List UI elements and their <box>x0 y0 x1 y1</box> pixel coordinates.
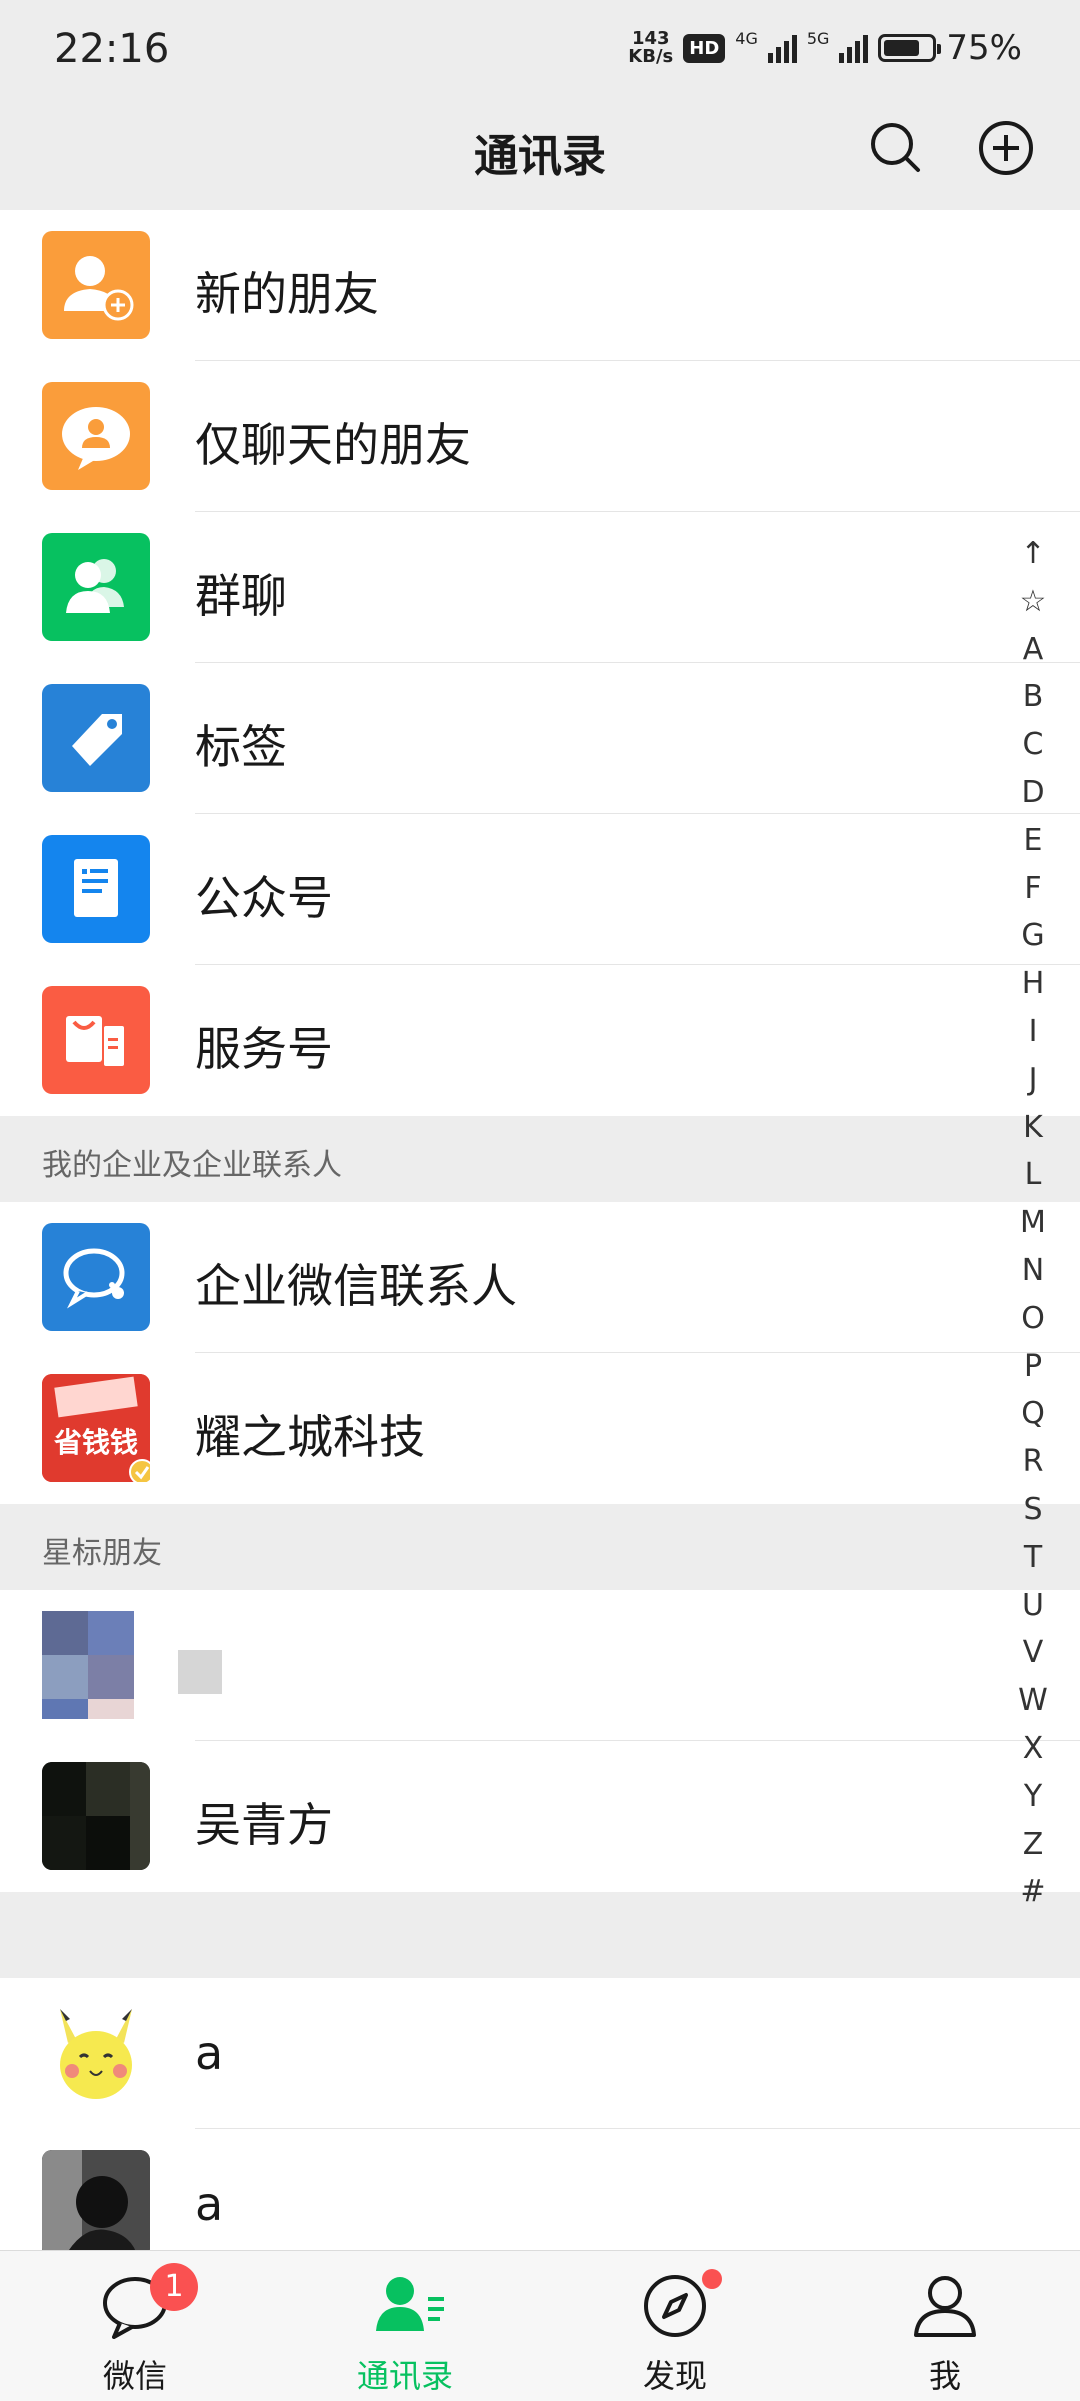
status-time: 22:16 <box>54 26 170 72</box>
enterprise-wechat-icon <box>42 1223 150 1331</box>
official-account-icon <box>42 835 150 943</box>
alphabet-index-letter[interactable]: ↑ <box>998 530 1068 578</box>
alphabet-index-letter[interactable]: F <box>998 865 1068 913</box>
pikachu-avatar <box>42 1999 150 2107</box>
alphabet-index-letter[interactable]: M <box>998 1199 1068 1247</box>
tab-label: 微信 <box>102 2357 167 2395</box>
person-icon <box>914 2276 976 2337</box>
signal-icon <box>767 33 797 63</box>
alphabet-index-letter[interactable]: Q <box>998 1390 1068 1438</box>
tag-icon <box>42 684 150 792</box>
alphabet-index-letter[interactable]: W <box>998 1677 1068 1725</box>
contact-row[interactable]: a <box>0 1978 1080 2129</box>
alphabet-index-letter[interactable]: N <box>998 1247 1068 1295</box>
tab-label: 我 <box>928 2357 961 2395</box>
battery-percent: 75% <box>946 28 1022 68</box>
alphabet-index-letter[interactable]: A <box>998 626 1068 674</box>
row-label: 吴青方 <box>195 1798 333 1852</box>
alphabet-index-letter[interactable]: I <box>998 1008 1068 1056</box>
row-label: 耀之城科技 <box>195 1410 425 1464</box>
alphabet-index-letter[interactable]: J <box>998 1056 1068 1104</box>
official-accounts-row[interactable]: 公众号 <box>0 814 1080 965</box>
row-label: a <box>195 2177 224 2231</box>
service-accounts-row[interactable]: 服务号 <box>0 965 1080 1116</box>
starred-contact-row[interactable] <box>0 1590 1080 1741</box>
tab-label: 通讯录 <box>356 2357 453 2395</box>
add-friend-icon <box>42 231 150 339</box>
hd-voice-icon: HD <box>683 33 726 63</box>
alphabet-index-letter[interactable]: Z <box>998 1821 1068 1869</box>
company-row[interactable]: 省钱钱 耀之城科技 <box>0 1353 1080 1504</box>
chat-only-friends-row[interactable]: 仅聊天的朋友 <box>0 361 1080 512</box>
alphabet-index-letter[interactable]: R <box>998 1438 1068 1486</box>
enterprise-wechat-row[interactable]: 企业微信联系人 <box>0 1202 1080 1353</box>
alphabet-index-letter[interactable]: Y <box>998 1773 1068 1821</box>
row-label: a <box>195 2026 224 2080</box>
blurred-name <box>178 1650 222 1694</box>
alphabet-index-letter[interactable]: H <box>998 960 1068 1008</box>
compass-icon <box>644 2275 706 2337</box>
search-icon[interactable] <box>866 118 926 178</box>
tags-row[interactable]: 标签 <box>0 663 1080 814</box>
tab-contacts[interactable]: 通讯录 <box>270 2251 540 2401</box>
dark-avatar <box>42 1762 150 1870</box>
blurred-avatar <box>42 1611 150 1719</box>
alphabet-index-letter[interactable]: T <box>998 1534 1068 1582</box>
photo-avatar <box>42 2150 150 2258</box>
group-chat-icon <box>42 533 150 641</box>
tab-chats[interactable]: 1 微信 <box>0 2251 270 2401</box>
alphabet-index-letter[interactable]: E <box>998 817 1068 865</box>
unread-badge: 1 <box>150 2263 198 2311</box>
add-icon[interactable] <box>976 118 1036 178</box>
alphabet-index-letter[interactable]: C <box>998 721 1068 769</box>
status-bar: 22:16 143 KB/s HD 4G 5G 75% <box>0 0 1080 100</box>
alphabet-index-letter[interactable]: X <box>998 1725 1068 1773</box>
tab-label: 发现 <box>642 2357 707 2395</box>
bottom-tab-bar: 1 微信 通讯录 发现 我 <box>0 2250 1080 2401</box>
tab-discover[interactable]: 发现 <box>540 2251 810 2401</box>
alphabet-index-letter[interactable]: G <box>998 912 1068 960</box>
shop-logo-icon: 省钱钱 <box>42 1374 155 1485</box>
chat-only-friend-icon <box>42 382 150 490</box>
battery-icon <box>878 34 942 62</box>
tab-me[interactable]: 我 <box>810 2251 1080 2401</box>
alphabet-index-letter[interactable]: D <box>998 769 1068 817</box>
alphabet-index-letter[interactable]: P <box>998 1343 1068 1391</box>
section-gap <box>0 1892 1080 1978</box>
starred-section-header: 星标朋友 <box>0 1504 1080 1590</box>
new-friends-row[interactable]: 新的朋友 <box>0 210 1080 361</box>
top-bar: 通讯录 <box>0 100 1080 210</box>
service-account-icon <box>42 986 150 1094</box>
enterprise-section-header: 我的企业及企业联系人 <box>0 1116 1080 1202</box>
group-chat-row[interactable]: 群聊 <box>0 512 1080 663</box>
row-label: 企业微信联系人 <box>195 1259 517 1313</box>
contacts-icon <box>376 2277 444 2331</box>
row-label: 仅聊天的朋友 <box>195 418 471 472</box>
row-label: 新的朋友 <box>195 267 379 321</box>
row-label: 群聊 <box>195 569 287 623</box>
alphabet-index[interactable]: ↑ ☆ A B C D E F G H I J K L M N O P Q R S T U V W X Y Z # <box>998 530 1068 1916</box>
alphabet-index-letter[interactable]: L <box>998 1151 1068 1199</box>
row-label: 公众号 <box>195 871 333 925</box>
alphabet-index-letter[interactable]: U <box>998 1582 1068 1630</box>
network-type-4g: 4G <box>735 28 758 48</box>
svg-text:省钱钱: 省钱钱 <box>54 1426 138 1459</box>
alphabet-index-letter[interactable]: ☆ <box>998 578 1068 626</box>
alphabet-index-letter[interactable]: B <box>998 673 1068 721</box>
status-icons: 143 KB/s HD 4G 5G 75% <box>628 28 1022 68</box>
contacts-list: 新的朋友 仅聊天的朋友 群聊 标签 公众号 服务号 我的企业及企业联系人 企业微… <box>0 210 1080 2280</box>
network-speed: 143 KB/s <box>628 28 674 67</box>
signal-icon-2 <box>839 33 869 63</box>
alphabet-index-letter[interactable]: V <box>998 1629 1068 1677</box>
row-label: 服务号 <box>195 1022 333 1076</box>
alphabet-index-letter[interactable]: K <box>998 1104 1068 1152</box>
alphabet-index-letter[interactable]: O <box>998 1295 1068 1343</box>
alphabet-index-letter[interactable]: S <box>998 1486 1068 1534</box>
new-content-dot <box>702 2269 722 2289</box>
network-type-5g: 5G <box>806 28 830 48</box>
starred-contact-row[interactable]: 吴青方 <box>0 1741 1080 1892</box>
row-label: 标签 <box>195 720 287 774</box>
alphabet-index-letter[interactable]: # <box>998 1868 1068 1916</box>
